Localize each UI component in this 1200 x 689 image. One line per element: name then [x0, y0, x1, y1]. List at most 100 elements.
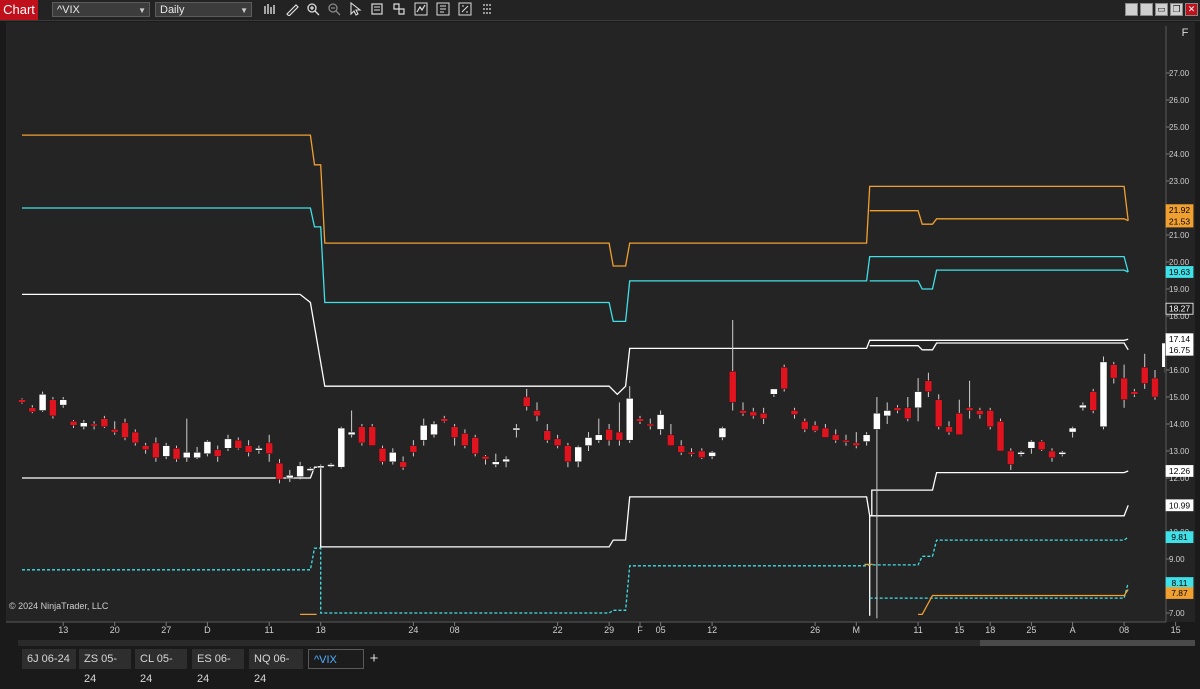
candle-body	[162, 445, 170, 457]
candle-body	[883, 410, 891, 417]
price-tick-label: 27.00	[1169, 69, 1190, 78]
time-tick-label: M	[853, 625, 861, 635]
price-chart[interactable]: 27.0026.0025.0024.0023.0022.0021.0020.00…	[0, 0, 1200, 647]
channel-line	[918, 589, 1129, 616]
price-marker-label: 21.53	[1169, 217, 1191, 227]
candle-body	[759, 412, 768, 419]
candle-body	[1120, 377, 1128, 400]
candle-body	[996, 421, 1005, 452]
candle-body	[986, 410, 994, 427]
candle-body	[1140, 367, 1149, 384]
price-tick-label: 25.00	[1169, 123, 1190, 132]
time-tick-label: A	[1070, 625, 1076, 635]
candle-body	[213, 449, 222, 457]
channel-line	[22, 134, 1129, 267]
price-marker-label: 10.99	[1169, 500, 1191, 510]
candle-body	[955, 412, 964, 436]
candle-body	[801, 421, 809, 430]
add-tab-button[interactable]: +	[364, 649, 384, 669]
candle-body	[584, 437, 593, 446]
candle-body	[193, 452, 201, 459]
price-marker-label: 16.75	[1169, 345, 1191, 355]
candle-body	[893, 407, 902, 411]
time-tick-label: 13	[58, 625, 68, 635]
channel-line	[869, 505, 1129, 616]
candle-body	[203, 441, 212, 454]
candle-body	[1151, 377, 1159, 398]
candle-body	[296, 465, 304, 477]
price-tick-label: 14.00	[1169, 420, 1190, 429]
scrollbar-thumb[interactable]	[980, 640, 1195, 646]
candle-body	[409, 445, 418, 453]
candle-body	[110, 429, 119, 433]
price-tick-label: 9.00	[1169, 555, 1185, 564]
channel-line	[869, 210, 1129, 225]
chart-f-button[interactable]: F	[1176, 24, 1194, 42]
price-tick-label: 16.00	[1169, 366, 1190, 375]
tab-es[interactable]: ES 06-24	[192, 649, 244, 685]
candle-body	[121, 422, 129, 438]
price-tick-label: 15.00	[1169, 393, 1190, 402]
tab-6j[interactable]: 6J 06-24	[22, 649, 76, 669]
channel-line	[869, 342, 1129, 351]
candle-body	[183, 452, 191, 459]
candle-body	[28, 407, 37, 413]
candle-body	[481, 456, 490, 460]
candle-body	[461, 433, 469, 446]
candle-body	[965, 407, 974, 411]
candle-body	[358, 426, 366, 444]
candle-body	[141, 445, 150, 450]
candle-body	[698, 450, 706, 458]
candle-body	[430, 423, 438, 436]
candle-body	[780, 367, 788, 390]
channel-line	[22, 293, 1129, 396]
candle-body	[904, 407, 912, 419]
price-tick-label: 24.00	[1169, 150, 1190, 159]
time-tick-label: 15	[954, 625, 964, 635]
candle-body	[976, 410, 984, 415]
candle-body	[1017, 452, 1025, 455]
price-marker-label: 19.63	[1169, 267, 1191, 277]
candle-body	[945, 426, 953, 433]
candle-body	[739, 410, 747, 414]
candle-body	[327, 464, 335, 467]
candle-body	[543, 430, 552, 441]
candle-body	[708, 452, 716, 457]
price-marker-label: 7.87	[1171, 588, 1188, 598]
candle-body	[821, 427, 830, 438]
price-tick-label: 20.00	[1169, 258, 1190, 267]
candle-body	[399, 461, 407, 468]
candle-body	[625, 398, 634, 441]
candle-body	[316, 465, 325, 469]
candle-body	[914, 391, 922, 409]
time-tick-label: 25	[1026, 625, 1036, 635]
candle-body	[49, 399, 57, 417]
tab-cl[interactable]: CL 05-24	[135, 649, 187, 685]
time-tick-label: 11	[265, 625, 274, 635]
candle-body	[368, 426, 376, 446]
candle-body	[1110, 364, 1118, 379]
candle-body	[492, 461, 500, 465]
candle-body	[80, 422, 88, 427]
time-tick-label: F	[637, 625, 643, 635]
candle-body	[852, 442, 861, 446]
tab-nq[interactable]: NQ 06-24	[249, 649, 303, 685]
time-tick-label: 08	[450, 625, 460, 635]
candle-body	[646, 423, 655, 427]
price-marker-label: 21.92	[1169, 205, 1191, 215]
candle-body	[347, 431, 356, 436]
candle-body	[605, 429, 613, 441]
candle-body	[1079, 404, 1087, 409]
price-tick-label: 7.00	[1169, 609, 1185, 618]
price-marker-label: 12.26	[1169, 466, 1191, 476]
candle-body	[69, 421, 78, 426]
candle-body	[1037, 441, 1046, 450]
candle-body	[152, 442, 160, 458]
candle-body	[90, 423, 98, 427]
candle-body	[100, 418, 109, 427]
candle-body	[265, 442, 273, 454]
tab-zs[interactable]: ZS 05-24	[79, 649, 131, 685]
candle-body	[224, 438, 232, 449]
candle-body	[471, 437, 479, 454]
tab-vix[interactable]: ^VIX	[308, 649, 364, 669]
